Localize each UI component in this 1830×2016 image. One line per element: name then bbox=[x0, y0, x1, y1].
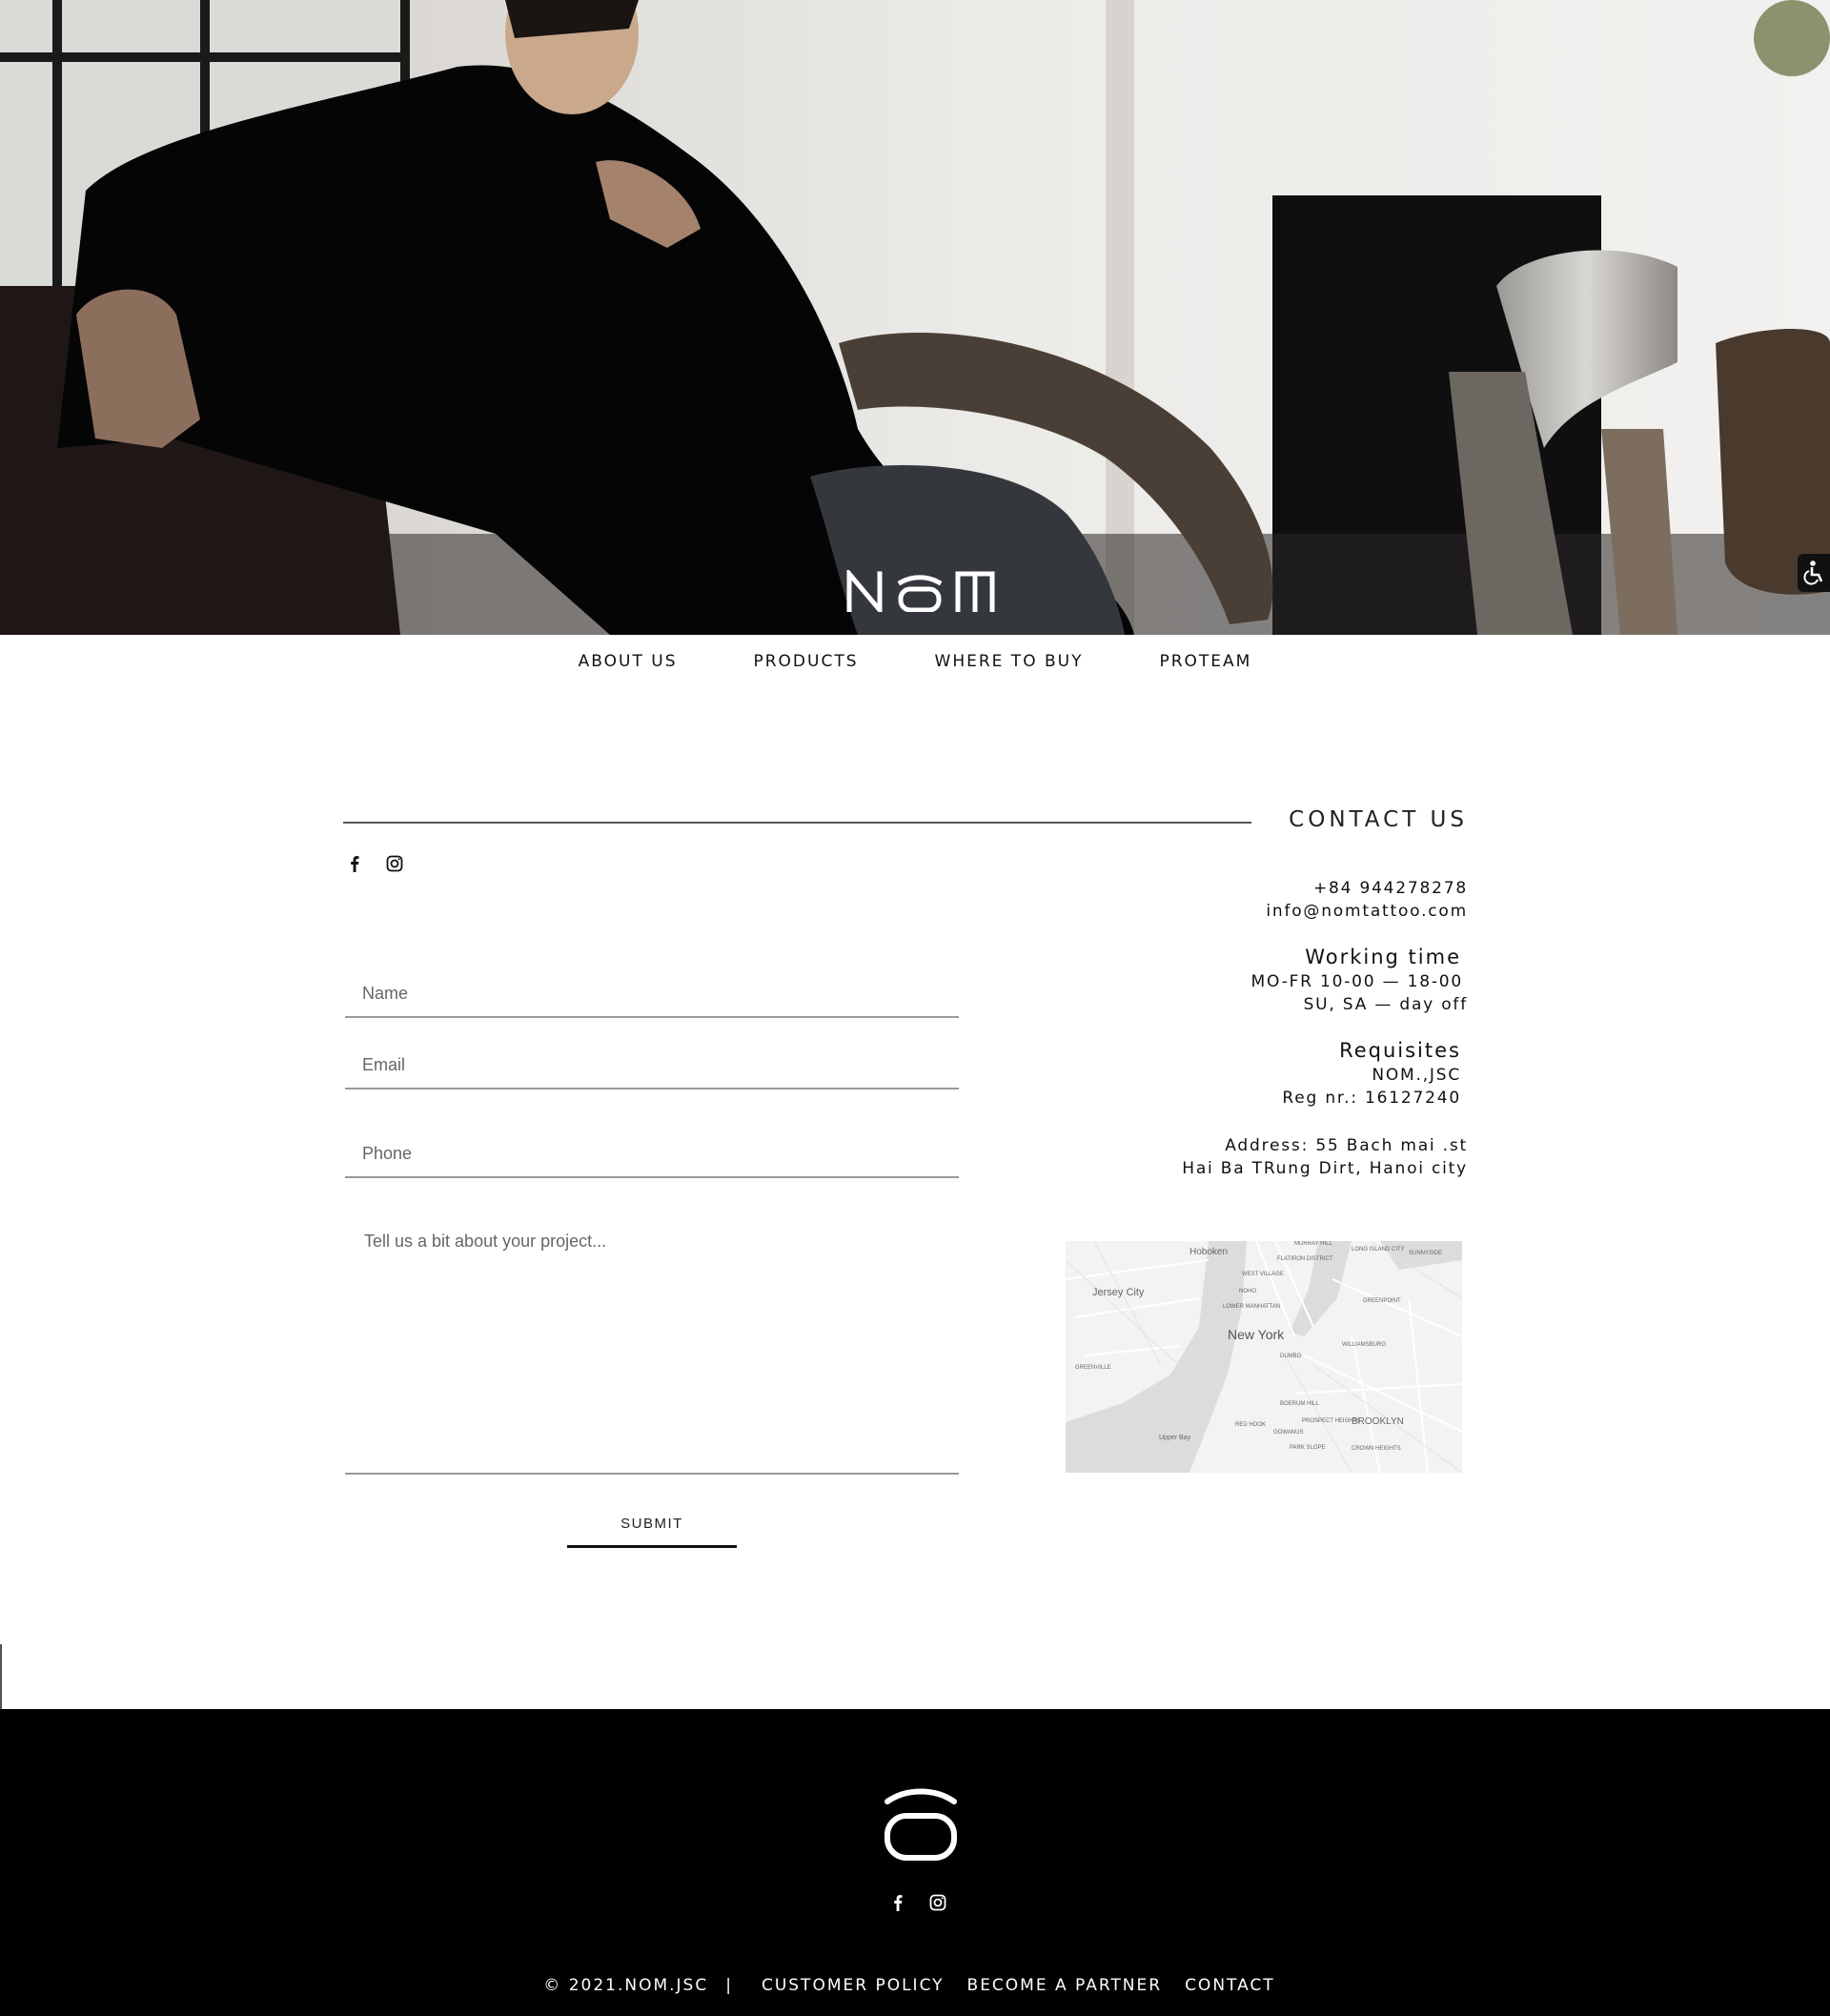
location-map[interactable]: Hoboken Jersey City New York BROOKLYN Up… bbox=[1066, 1241, 1462, 1473]
section-divider bbox=[343, 822, 1251, 824]
footer-link-contact[interactable]: CONTACT bbox=[1185, 1976, 1275, 1995]
footer-link-become-partner[interactable]: BECOME A PARTNER bbox=[967, 1976, 1163, 1995]
map-label: SUNNYSIDE bbox=[1409, 1251, 1443, 1256]
phone-field[interactable] bbox=[345, 1130, 959, 1178]
message-field[interactable] bbox=[345, 1214, 959, 1475]
map-label: Hoboken bbox=[1190, 1247, 1229, 1257]
copyright: © 2021.NOM.JSC bbox=[543, 1976, 709, 1995]
requisites-title: Requisites bbox=[1339, 1039, 1461, 1062]
footer: © 2021.NOM.JSC | CUSTOMER POLICY BECOME A P… bbox=[0, 1709, 1830, 2016]
contact-email[interactable]: info@nomtattoo.com bbox=[1266, 900, 1468, 923]
map-label: RED HOOK bbox=[1235, 1422, 1267, 1428]
map-label: CROWN HEIGHTS bbox=[1352, 1446, 1401, 1452]
working-time-title: Working time bbox=[1305, 946, 1461, 968]
map-label: NOHO bbox=[1239, 1289, 1256, 1294]
nav-products[interactable]: PRODUCTS bbox=[753, 652, 858, 671]
name-field[interactable] bbox=[345, 970, 959, 1018]
map-label: GOWANUS bbox=[1273, 1430, 1304, 1436]
requisites: Requisites NOM.,JSC Reg nr.: 16127240 bbox=[1282, 1037, 1468, 1110]
social-links bbox=[345, 854, 404, 873]
facebook-icon[interactable] bbox=[345, 854, 364, 873]
map-label: New York bbox=[1228, 1327, 1285, 1342]
footer-separator: | bbox=[725, 1976, 733, 1995]
accessibility-icon bbox=[1803, 560, 1823, 585]
accessibility-button[interactable] bbox=[1798, 554, 1830, 592]
contact-details: +84 944278278 info@nomtattoo.com bbox=[1266, 877, 1468, 923]
nav-about-us[interactable]: ABOUT US bbox=[579, 652, 678, 671]
map-label: Upper Bay bbox=[1159, 1435, 1191, 1441]
map-label: GREENVILLE bbox=[1075, 1365, 1111, 1371]
working-weekdays: MO-FR 10-00 — 18-00 bbox=[1250, 972, 1463, 991]
contact-title: CONTACT US bbox=[1289, 807, 1468, 832]
map-label: Jersey City bbox=[1092, 1287, 1145, 1298]
instagram-icon[interactable] bbox=[928, 1893, 947, 1912]
facebook-icon[interactable] bbox=[888, 1893, 907, 1912]
working-weekend: SU, SA — day off bbox=[1303, 995, 1468, 1014]
map-label: DUMBO bbox=[1280, 1354, 1302, 1359]
working-time: Working time MO-FR 10-00 — 18-00 SU, SA … bbox=[1251, 944, 1468, 1016]
nom-logo[interactable] bbox=[845, 570, 1000, 612]
map-label: PROSPECT HEIGHTS bbox=[1302, 1418, 1361, 1424]
nav-where-to-buy[interactable]: WHERE TO BUY bbox=[935, 652, 1084, 671]
map-label: FLATIRON DISTRICT bbox=[1277, 1256, 1333, 1262]
side-edge-line bbox=[0, 1644, 2, 1709]
footer-logo-icon[interactable] bbox=[882, 1786, 960, 1863]
reg-number: Reg nr.: 16127240 bbox=[1282, 1089, 1461, 1108]
map-label: PARK SLOPE bbox=[1290, 1445, 1326, 1451]
main-nav: ABOUT US PRODUCTS WHERE TO BUY PROTEAM bbox=[0, 635, 1830, 688]
address-line-2: Hai Ba TRung Dirt, Hanoi city bbox=[1182, 1159, 1468, 1178]
map-label: WILLIAMSBURG bbox=[1342, 1342, 1387, 1348]
hero-image bbox=[0, 0, 1830, 635]
map-label: GREENPOINT bbox=[1363, 1298, 1401, 1304]
nav-proteam[interactable]: PROTEAM bbox=[1159, 652, 1251, 671]
footer-social-links bbox=[888, 1893, 947, 1912]
company-name: NOM.,JSC bbox=[1372, 1066, 1461, 1085]
map-label: LOWER MANHATTAN bbox=[1223, 1304, 1281, 1310]
contact-phone[interactable]: +84 944278278 bbox=[1266, 877, 1468, 900]
map-label: WEST VILLAGE bbox=[1242, 1272, 1284, 1277]
address: Address: 55 Bach mai .st Hai Ba TRung Di… bbox=[1182, 1134, 1468, 1180]
map-label: MURRAY HILL bbox=[1294, 1241, 1332, 1247]
submit-button[interactable]: SUBMIT bbox=[567, 1502, 737, 1548]
hero-photo bbox=[0, 0, 1830, 635]
map-label: LONG ISLAND CITY bbox=[1352, 1247, 1405, 1252]
map-label: BOERUM HILL bbox=[1280, 1401, 1319, 1407]
footer-links: © 2021.NOM.JSC | CUSTOMER POLICY BECOME A P… bbox=[0, 1976, 1830, 1995]
email-field[interactable] bbox=[345, 1042, 959, 1089]
instagram-icon[interactable] bbox=[385, 854, 404, 873]
footer-link-customer-policy[interactable]: CUSTOMER POLICY bbox=[762, 1976, 945, 1995]
address-line-1: Address: 55 Bach mai .st bbox=[1225, 1136, 1468, 1155]
